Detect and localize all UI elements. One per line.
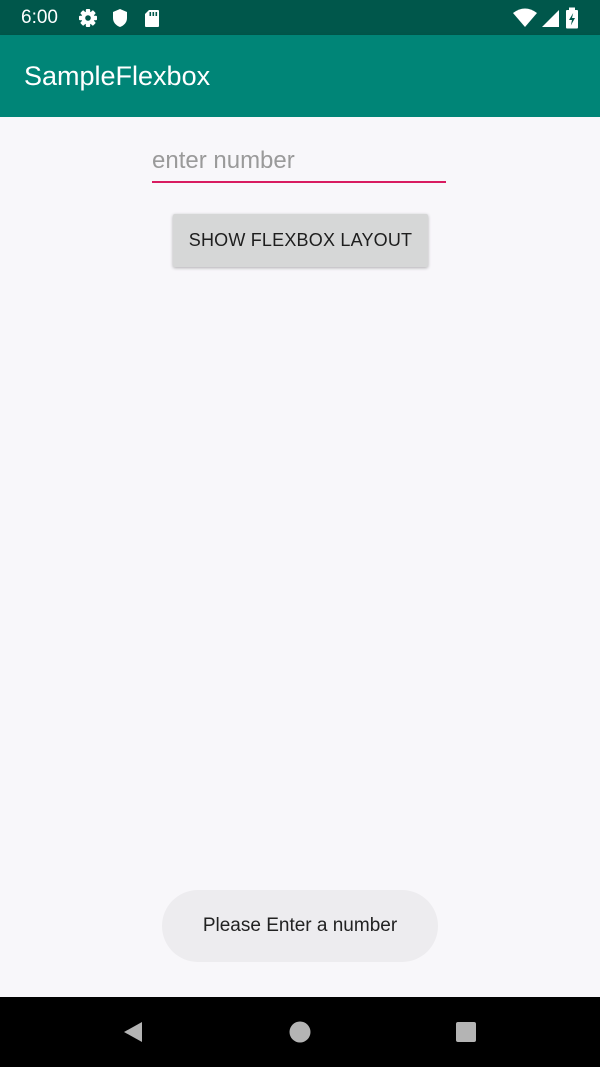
sd-card-icon <box>141 7 163 29</box>
battery-icon <box>564 7 580 29</box>
status-bar: 6:00 <box>0 0 600 35</box>
app-title: SampleFlexbox <box>24 61 211 91</box>
shield-icon <box>109 7 131 29</box>
home-icon[interactable] <box>285 1017 315 1047</box>
gear-icon <box>77 7 99 29</box>
status-time: 6:00 <box>21 7 58 28</box>
app-bar: SampleFlexbox <box>0 35 600 117</box>
back-icon[interactable] <box>118 1017 148 1047</box>
toast-message: Please Enter a number <box>202 915 398 936</box>
main-content: SHOW FLEXBOX LAYOUT Please Enter a numbe… <box>0 117 600 997</box>
nav-bar <box>0 997 600 1067</box>
number-input[interactable] <box>152 141 446 183</box>
show-flexbox-layout-button[interactable]: SHOW FLEXBOX LAYOUT <box>173 214 428 267</box>
recents-icon[interactable] <box>451 1017 481 1047</box>
wifi-icon <box>512 7 538 29</box>
signal-icon <box>540 7 562 29</box>
toast: Please Enter a number <box>162 890 438 962</box>
